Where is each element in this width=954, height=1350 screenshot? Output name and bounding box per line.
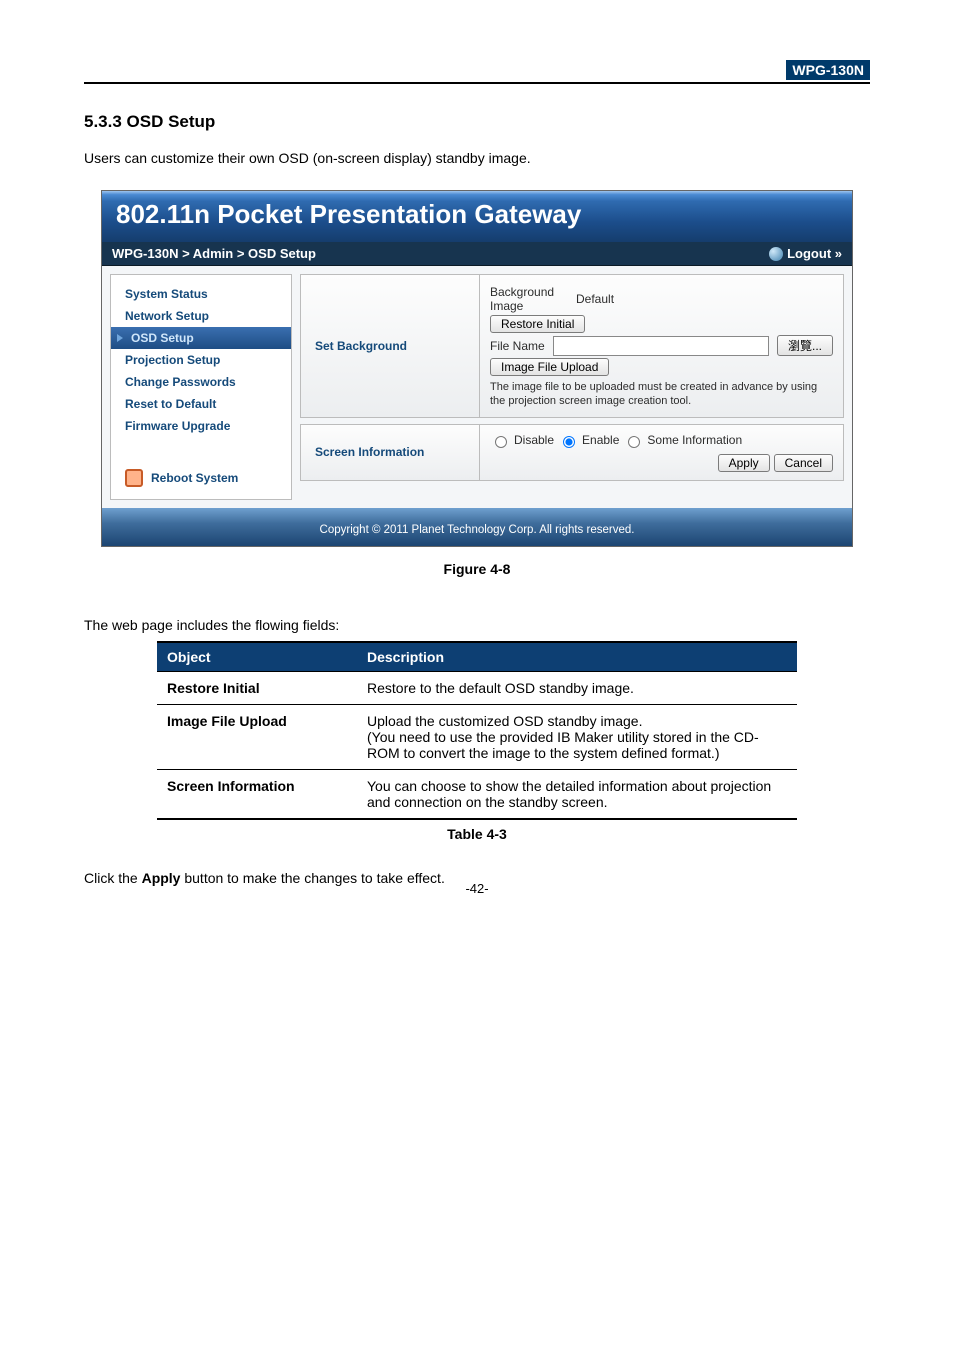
nav-change-passwords[interactable]: Change Passwords [111,371,291,393]
nav-firmware-upgrade[interactable]: Firmware Upgrade [111,415,291,437]
table-row-desc: Restore to the default OSD standby image… [357,672,797,705]
panel-label-set-bg: Set Background [301,275,479,417]
side-nav: System Status Network Setup OSD Setup Pr… [110,274,292,500]
table-row-desc: Upload the customized OSD standby image.… [357,705,797,770]
table-row-object: Screen Information [157,770,357,820]
upload-hint: The image file to be uploaded must be cr… [490,380,833,409]
file-name-input[interactable] [553,336,769,356]
document-header: WPG-130N [84,60,870,84]
description-table: Object Description Restore Initial Resto… [157,641,797,820]
embedded-screenshot: 802.11n Pocket Presentation Gateway WPG-… [101,190,853,547]
section-heading: 5.3.3 OSD Setup [84,112,870,132]
table-header-description: Description [357,642,797,672]
panel-set-background: Set Background Background Image Default … [300,274,844,418]
file-name-label: File Name [490,339,545,353]
nav-reboot-label: Reboot System [151,471,238,485]
panel-screen-information: Screen Information Disable Enable Some I… [300,424,844,481]
cancel-button[interactable]: Cancel [774,454,833,472]
nav-reset-to-default[interactable]: Reset to Default [111,393,291,415]
breadcrumb: WPG-130N > Admin > OSD Setup [112,246,316,261]
bg-image-label: Background Image [490,285,568,313]
table-header-object: Object [157,642,357,672]
restore-initial-button[interactable]: Restore Initial [490,315,585,333]
bg-image-value: Default [576,292,614,306]
page-number: -42- [0,881,954,896]
radio-enable-label: Enable [582,433,619,447]
image-file-upload-button[interactable]: Image File Upload [490,358,609,376]
radio-some-info-label: Some Information [647,433,742,447]
radio-disable[interactable] [495,436,507,448]
nav-osd-setup[interactable]: OSD Setup [111,327,291,349]
table-row-object: Image File Upload [157,705,357,770]
nav-reboot-system[interactable]: Reboot System [111,465,291,491]
panel-label-screen-info: Screen Information [301,425,479,480]
nav-projection-setup[interactable]: Projection Setup [111,349,291,371]
radio-disable-label: Disable [514,433,554,447]
apply-button[interactable]: Apply [718,454,770,472]
triangle-icon [117,334,123,342]
reboot-icon [125,469,143,487]
radio-some-info[interactable] [628,436,640,448]
intro-text: Users can customize their own OSD (on-sc… [84,150,870,166]
table-row-object: Restore Initial [157,672,357,705]
copyright: Copyright © 2011 Planet Technology Corp.… [102,508,852,546]
table-caption: Table 4-3 [84,826,870,842]
breadcrumb-bar: WPG-130N > Admin > OSD Setup Logout » [102,242,852,266]
app-title: 802.11n Pocket Presentation Gateway [102,191,852,242]
nav-osd-setup-label: OSD Setup [131,331,194,345]
logout-link[interactable]: Logout » [787,246,842,261]
browse-button[interactable]: 瀏覽... [777,335,833,356]
nav-system-status[interactable]: System Status [111,283,291,305]
figure-caption: Figure 4-8 [84,561,870,577]
radio-enable[interactable] [563,436,575,448]
nav-network-setup[interactable]: Network Setup [111,305,291,327]
model-badge: WPG-130N [786,60,870,80]
globe-icon [769,247,783,261]
table-row-desc: You can choose to show the detailed info… [357,770,797,820]
fields-intro: The web page includes the flowing fields… [84,617,870,633]
